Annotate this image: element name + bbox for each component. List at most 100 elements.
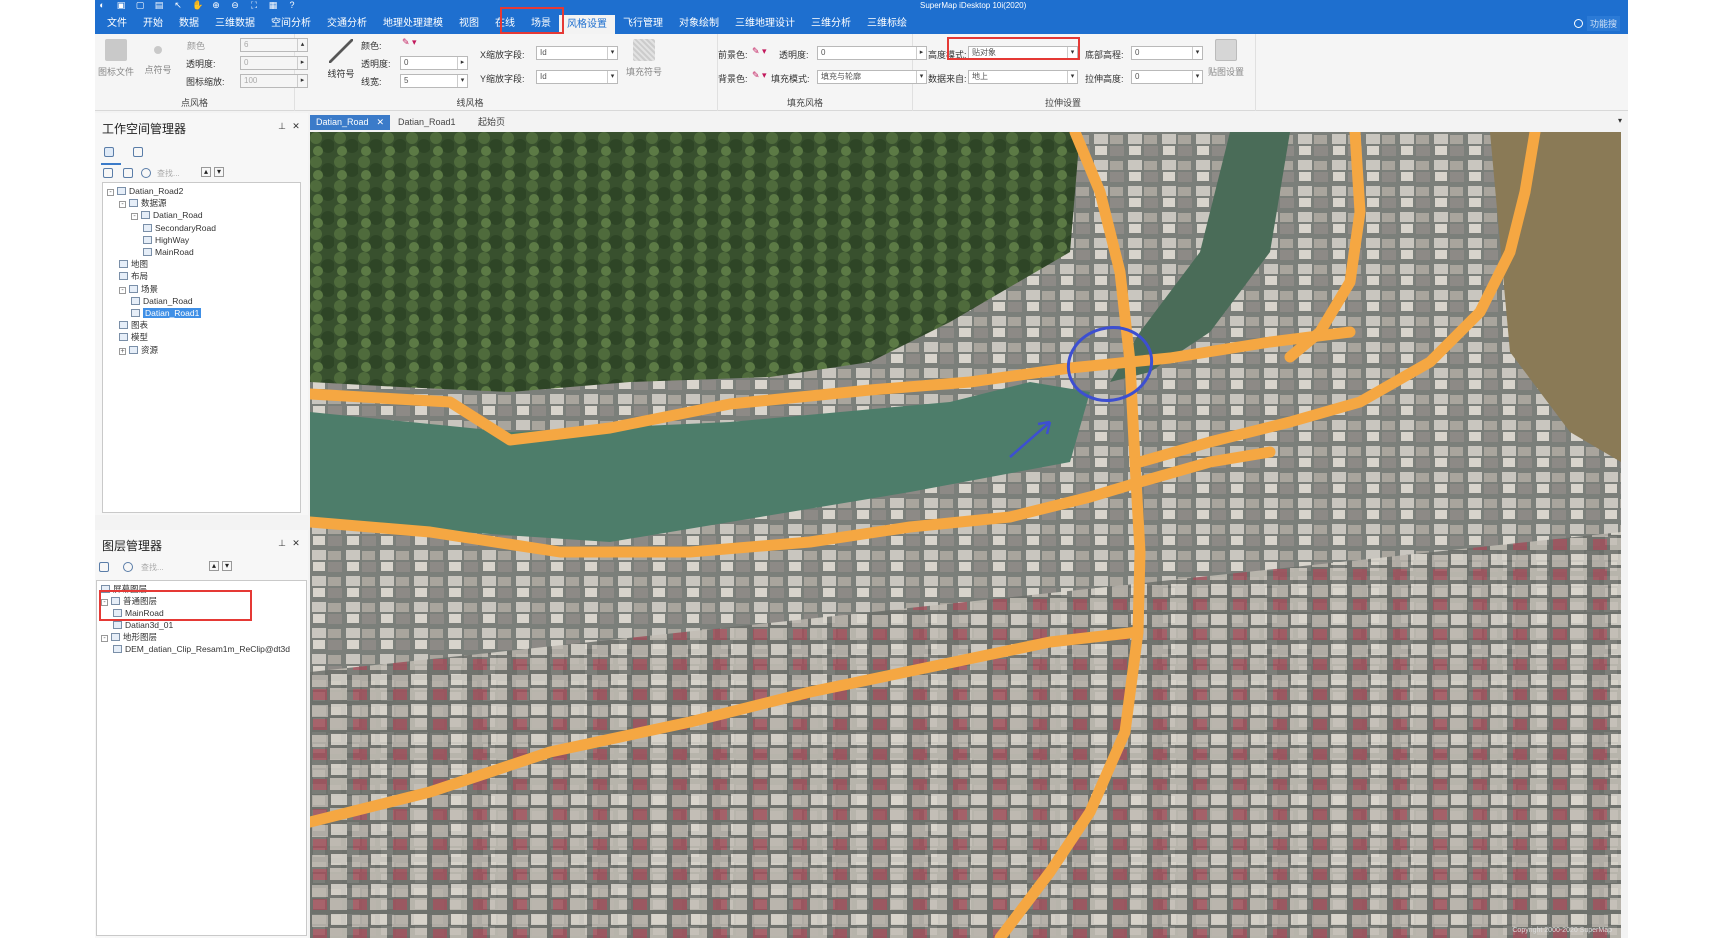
help-icon[interactable]: ?	[287, 1, 297, 10]
data-source-select[interactable]: 地上 ▾	[968, 70, 1078, 84]
menu-tab-7[interactable]: 视图	[451, 13, 487, 34]
expand-toggle-icon[interactable]: -	[101, 599, 108, 606]
add-layer-icon[interactable]	[99, 562, 109, 572]
fullextent-icon[interactable]: ⛶	[249, 1, 259, 10]
move-down-icon[interactable]: ▾	[214, 167, 224, 177]
fill-mode-select[interactable]: 填充与轮廓 ▾	[817, 70, 927, 84]
tree-node[interactable]: - 普通图层	[101, 595, 157, 607]
search-icon[interactable]	[141, 168, 151, 178]
tree-node[interactable]: 模型	[119, 331, 148, 343]
point-symbol-button[interactable]: 点符号	[139, 39, 177, 76]
save-icon[interactable]: ▣	[116, 1, 126, 10]
pointer-icon[interactable]: ↖	[173, 1, 183, 10]
tree-node[interactable]: Datian_Road	[131, 295, 193, 307]
extrude-height-field[interactable]: 0 ▾	[1131, 70, 1203, 84]
move-down-icon[interactable]: ▾	[222, 561, 232, 571]
tree-node[interactable]: DEM_datian_Clip_Resam1m_ReClip@dt3d	[113, 643, 290, 655]
expand-toggle-icon[interactable]: -	[101, 635, 108, 642]
point-size-field[interactable]: 6 ▴	[240, 38, 308, 52]
symbol-file-button[interactable]: 图标文件	[97, 39, 135, 78]
menu-tab-4[interactable]: 空间分析	[263, 13, 319, 34]
layer-search-input[interactable]: 查找...	[141, 562, 164, 573]
menu-tab-3[interactable]: 三维数据	[207, 13, 263, 34]
line-color-picker[interactable]: ✎ ▾	[402, 37, 418, 49]
tree-node[interactable]: - 场景	[119, 283, 158, 295]
menu-tab-9[interactable]: 场景	[523, 13, 559, 34]
menu-tab-13[interactable]: 三维地理设计	[727, 13, 803, 34]
menu-tab-8[interactable]: 在线	[487, 13, 523, 34]
tree-node[interactable]: 图表	[119, 319, 148, 331]
tree-node[interactable]: SecondaryRoad	[143, 222, 216, 234]
scene-canvas[interactable]: Copyright 2000-2020 SuperMap	[310, 132, 1621, 938]
tree-node[interactable]: MainRoad	[113, 607, 164, 619]
open-workspace-icon[interactable]	[103, 168, 113, 178]
menu-tab-15[interactable]: 三维标绘	[859, 13, 915, 34]
close-icon[interactable]: ✕	[291, 121, 301, 131]
tab-list-dropdown-icon[interactable]: ▾	[1618, 116, 1622, 125]
function-search[interactable]: 功能搜	[1573, 16, 1620, 31]
tree-node[interactable]: - Datian_Road2	[107, 185, 183, 197]
menu-tab-0[interactable]: 文件	[99, 13, 135, 34]
new-icon[interactable]: ▢	[135, 1, 145, 10]
fore-color-picker[interactable]: ✎ ▾	[752, 46, 768, 58]
tab-start-page[interactable]: 起始页	[472, 115, 511, 130]
search-icon[interactable]	[123, 562, 133, 572]
texture-settings-button[interactable]: 贴图设置	[1207, 39, 1245, 78]
move-up-icon[interactable]: ▴	[209, 561, 219, 571]
expand-toggle-icon[interactable]: -	[107, 189, 114, 196]
resources-tab-icon[interactable]	[133, 147, 143, 157]
tree-node[interactable]: Datian_Road1	[131, 307, 202, 319]
zoom-in-icon[interactable]: ⊕	[211, 1, 221, 10]
function-search-input[interactable]: 功能搜	[1586, 16, 1620, 31]
close-tab-icon[interactable]: ✕	[377, 117, 385, 127]
menu-tab-14[interactable]: 三维分析	[803, 13, 859, 34]
line-width-field[interactable]: 5 ▾	[400, 74, 468, 88]
tree-node[interactable]: MainRoad	[143, 246, 194, 258]
print-icon[interactable]: ▦	[268, 1, 278, 10]
menu-tab-6[interactable]: 地理处理建模	[375, 13, 451, 34]
workspace-tree-tab-icon[interactable]	[104, 147, 114, 157]
app-logo-icon[interactable]: ◐	[97, 1, 107, 10]
close-icon[interactable]: ✕	[291, 538, 301, 548]
tree-node[interactable]: - 地形图层	[101, 631, 157, 643]
open-icon[interactable]: ▤	[154, 1, 164, 10]
expand-toggle-icon[interactable]: -	[131, 213, 138, 221]
expand-toggle-icon[interactable]: +	[119, 347, 126, 355]
tree-node[interactable]: 屏幕图层	[101, 583, 147, 595]
tab-datian-road1[interactable]: Datian_Road1	[392, 115, 462, 130]
line-symbol-button[interactable]: 线符号	[322, 39, 360, 80]
altitude-mode-select[interactable]: 贴对象 ▾	[968, 46, 1078, 60]
pin-icon[interactable]: ⊥	[277, 121, 287, 131]
menu-tab-12[interactable]: 对象绘制	[671, 13, 727, 34]
point-color-label[interactable]: 颜色	[187, 39, 205, 52]
pin-icon[interactable]: ⊥	[277, 538, 287, 548]
tab-datian-road[interactable]: Datian_Road ✕	[310, 115, 391, 130]
tree-node[interactable]: + 资源	[119, 344, 158, 356]
workspace-search-input[interactable]: 查找...	[157, 168, 180, 179]
tree-node[interactable]: - Datian_Road	[131, 209, 203, 221]
bottom-altitude-field[interactable]: 0 ▾	[1131, 46, 1203, 60]
fill-opacity-field[interactable]: 0 ▸	[817, 46, 927, 60]
move-up-icon[interactable]: ▴	[201, 167, 211, 177]
menu-tab-10[interactable]: 风格设置	[559, 15, 615, 34]
tree-node[interactable]: - 数据源	[119, 197, 167, 209]
scene-view[interactable]: Copyright 2000-2020 SuperMap	[310, 132, 1621, 938]
new-datasource-icon[interactable]	[123, 168, 133, 178]
tree-node[interactable]: HighWay	[143, 234, 189, 246]
expand-toggle-icon[interactable]: -	[119, 201, 126, 209]
tree-node[interactable]: 布局	[119, 270, 148, 282]
tree-node[interactable]: Datian3d_01	[113, 619, 173, 631]
icon-scale-field[interactable]: 100 ▸	[240, 74, 308, 88]
menu-tab-11[interactable]: 飞行管理	[615, 13, 671, 34]
line-opacity-field[interactable]: 0 ▸	[400, 56, 468, 70]
x-scale-field[interactable]: Id ▾	[536, 46, 618, 60]
pan-icon[interactable]: ✋	[192, 1, 203, 10]
fill-symbol-button[interactable]: 填充符号	[625, 39, 663, 78]
menu-tab-1[interactable]: 开始	[135, 13, 171, 34]
tree-node[interactable]: 地图	[119, 258, 148, 270]
menu-tab-2[interactable]: 数据	[171, 13, 207, 34]
y-scale-field[interactable]: Id ▾	[536, 70, 618, 84]
zoom-out-icon[interactable]: ⊖	[230, 1, 240, 10]
menu-tab-5[interactable]: 交通分析	[319, 13, 375, 34]
expand-toggle-icon[interactable]: -	[119, 286, 126, 294]
